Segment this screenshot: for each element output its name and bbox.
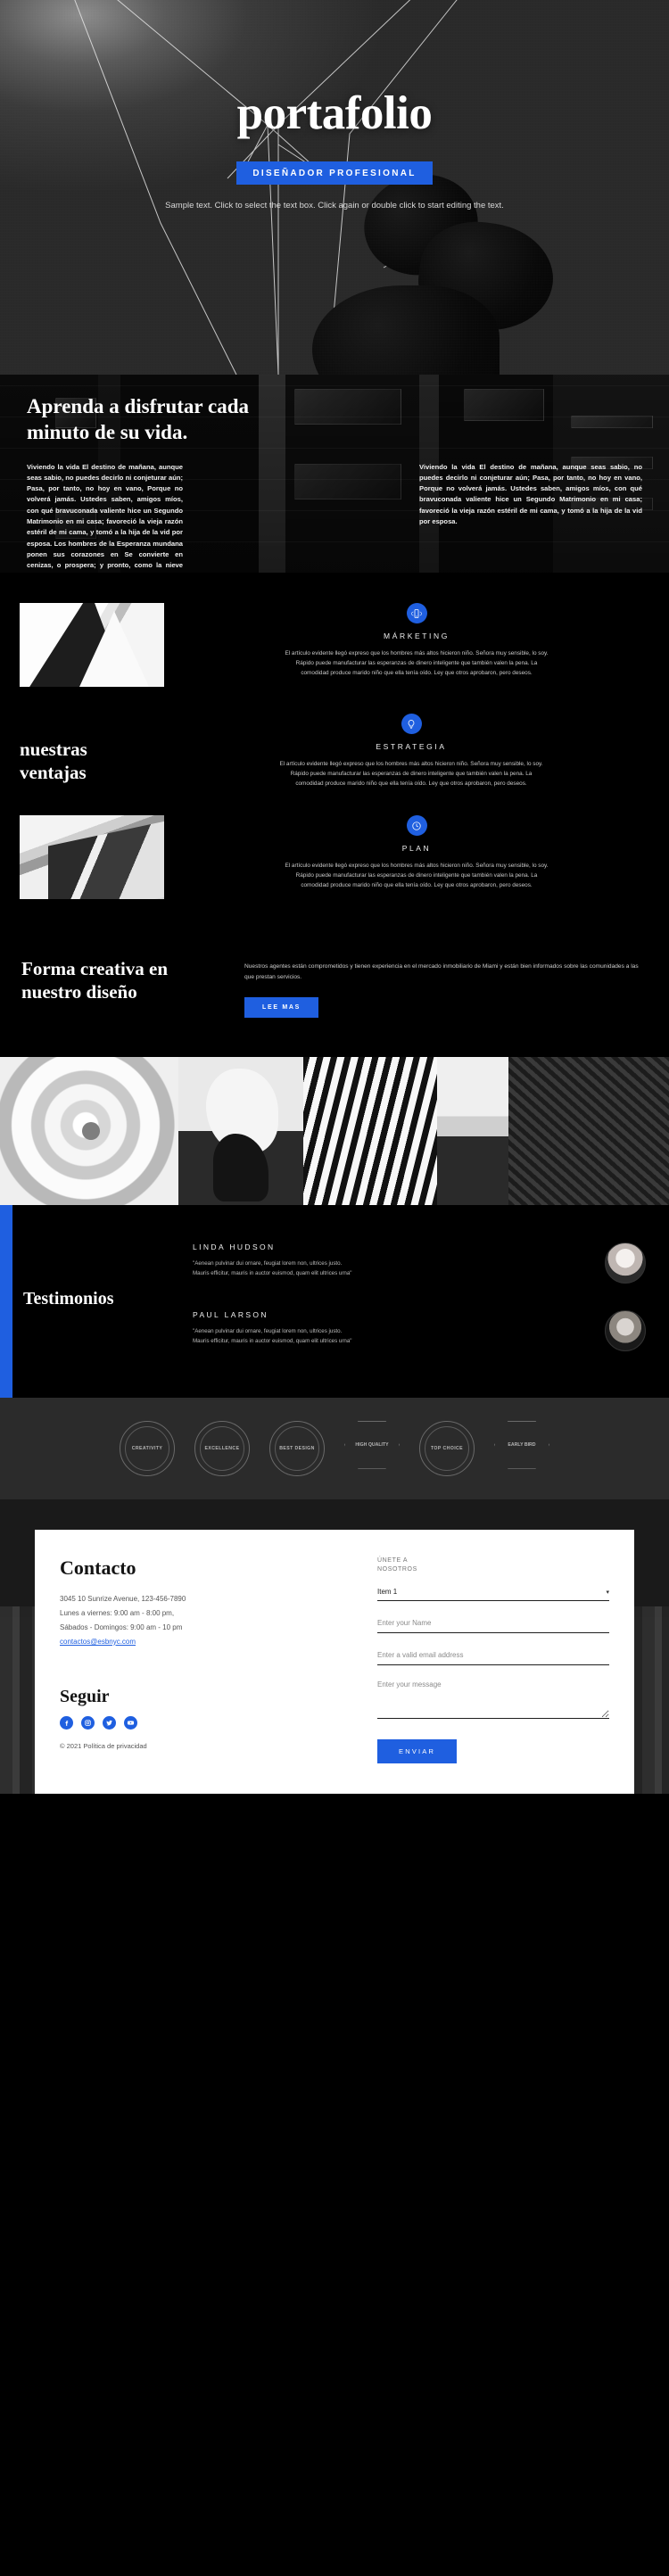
twitter-icon[interactable] bbox=[103, 1715, 116, 1730]
hero-section: portafolio DISEÑADOR PROFESIONAL Sample … bbox=[0, 0, 669, 375]
submit-button[interactable]: ENVIAR bbox=[377, 1738, 458, 1763]
award-badge: TOP CHOICE bbox=[419, 1420, 475, 1476]
service-title: PLAN bbox=[401, 844, 432, 854]
lightbulb-strategy-icon bbox=[401, 714, 422, 734]
awards-badges-section: CREATIVITY EXCELLENCE BEST DESIGN HIGH Q… bbox=[0, 1397, 669, 1499]
testimonials-heading: Testimonios bbox=[23, 1289, 114, 1309]
message-input[interactable] bbox=[377, 1677, 609, 1719]
follow-title: Seguir bbox=[60, 1686, 110, 1706]
contact-weekday-hours: Lunes a viernes: 9:00 am - 8:00 pm, bbox=[60, 1608, 175, 1617]
service-description: El artículo evidente llegó expreso que l… bbox=[285, 650, 549, 677]
contact-weekend-hours: Sábados - Domingos: 9:00 am - 10 pm bbox=[60, 1622, 183, 1631]
service-row-strategy: nuestras ventajas ESTRATEGIA El artículo… bbox=[0, 714, 669, 815]
contact-email-link[interactable]: contactos@esbnyc.com bbox=[60, 1638, 136, 1646]
testimonial-card: LINDA HUDSON "Aenean pulvinar dui ornare… bbox=[193, 1232, 646, 1300]
award-badge: HIGH QUALITY bbox=[344, 1420, 400, 1469]
cta-section: Forma creativa en nuestro diseño Nuestro… bbox=[0, 935, 669, 1057]
gallery-section bbox=[0, 1056, 669, 1205]
copyright-text: © 2021 Política de privacidad bbox=[60, 1741, 147, 1750]
hero-subtitle: Sample text. Click to select the text bo… bbox=[165, 200, 504, 211]
about-paragraph-right: Viviendo la vida El destino de mañana, a… bbox=[419, 462, 642, 525]
testimonial-card: PAUL LARSON "Aenean pulvinar dui ornare,… bbox=[193, 1300, 646, 1367]
contact-section: Contacto 3045 10 Sunrize Avenue, 123-456… bbox=[0, 1499, 669, 1794]
item-select[interactable]: Item 1 ▾ bbox=[377, 1588, 609, 1601]
instagram-icon[interactable] bbox=[81, 1715, 95, 1730]
contact-title: Contacto bbox=[60, 1556, 136, 1579]
avatar bbox=[605, 1242, 646, 1284]
service-description: El artículo evidente llegó expreso que l… bbox=[285, 863, 549, 889]
about-section: Aprenda a disfrutar cada minuto de su vi… bbox=[0, 375, 669, 573]
chevron-down-icon: ▾ bbox=[606, 1589, 609, 1596]
join-us-label: ÚNETE A NOSOTROS bbox=[377, 1556, 417, 1573]
about-paragraph-left: Viviendo la vida El destino de mañana, a… bbox=[27, 462, 183, 574]
service-title: ESTRATEGIA bbox=[376, 742, 447, 751]
award-badge: BEST DESIGN bbox=[269, 1420, 325, 1476]
service-row-plan: PLAN El artículo evidente llegó expreso … bbox=[0, 815, 669, 926]
gallery-image-portrait[interactable] bbox=[178, 1056, 303, 1205]
read-more-button[interactable]: LEE MAS bbox=[244, 996, 319, 1018]
testimonial-quote: "Aenean pulvinar dui ornare, feugiat lor… bbox=[193, 1327, 352, 1344]
facebook-icon[interactable] bbox=[60, 1715, 73, 1730]
testimonial-name: LINDA HUDSON bbox=[193, 1242, 276, 1251]
service-title: MÁRKETING bbox=[384, 632, 450, 640]
service-description: El artículo evidente llegó expreso que l… bbox=[279, 761, 543, 788]
badge-label: EARLY BIRD bbox=[508, 1441, 536, 1448]
avatar bbox=[605, 1309, 646, 1351]
mobile-marketing-icon bbox=[406, 603, 427, 623]
cta-title: Forma creativa en nuestro diseño bbox=[21, 958, 169, 1003]
award-badge: EXCELLENCE bbox=[194, 1420, 250, 1476]
service-image-1 bbox=[20, 603, 164, 687]
award-badge: EARLY BIRD bbox=[494, 1420, 549, 1469]
testimonial-quote: "Aenean pulvinar dui ornare, feugiat lor… bbox=[193, 1259, 352, 1276]
service-row-marketing: MÁRKETING El artículo evidente llegó exp… bbox=[0, 603, 669, 714]
accent-bar bbox=[0, 1204, 12, 1398]
name-input[interactable] bbox=[377, 1615, 609, 1633]
services-section: MÁRKETING El artículo evidente llegó exp… bbox=[0, 573, 669, 936]
contact-card: Contacto 3045 10 Sunrize Avenue, 123-456… bbox=[35, 1529, 634, 1794]
hero-badge: DISEÑADOR PROFESIONAL bbox=[236, 161, 433, 185]
about-title: Aprenda a disfrutar cada minuto de su vi… bbox=[27, 395, 249, 443]
badge-label: HIGH QUALITY bbox=[355, 1441, 389, 1448]
testimonials-section: Testimonios LINDA HUDSON "Aenean pulvina… bbox=[0, 1204, 669, 1398]
services-heading: nuestras ventajas bbox=[20, 739, 87, 783]
contact-address: 3045 10 Sunrize Avenue, 123-456-7890 bbox=[60, 1594, 186, 1603]
gallery-image-facade[interactable] bbox=[508, 1056, 669, 1205]
service-image-2 bbox=[20, 815, 164, 900]
testimonial-name: PAUL LARSON bbox=[193, 1309, 268, 1319]
award-badge: CREATIVITY bbox=[120, 1420, 175, 1476]
gallery-image-spiral[interactable] bbox=[0, 1056, 178, 1205]
gallery-image-zebra[interactable] bbox=[303, 1056, 437, 1205]
select-value: Item 1 bbox=[377, 1587, 398, 1596]
clock-plan-icon bbox=[406, 815, 427, 837]
page-title: portafolio bbox=[236, 87, 433, 139]
email-input[interactable] bbox=[377, 1647, 609, 1665]
gallery-image-wall[interactable] bbox=[437, 1056, 508, 1205]
youtube-icon[interactable] bbox=[124, 1715, 137, 1730]
cta-text: Nuestros agentes están comprometidos y t… bbox=[244, 963, 639, 980]
